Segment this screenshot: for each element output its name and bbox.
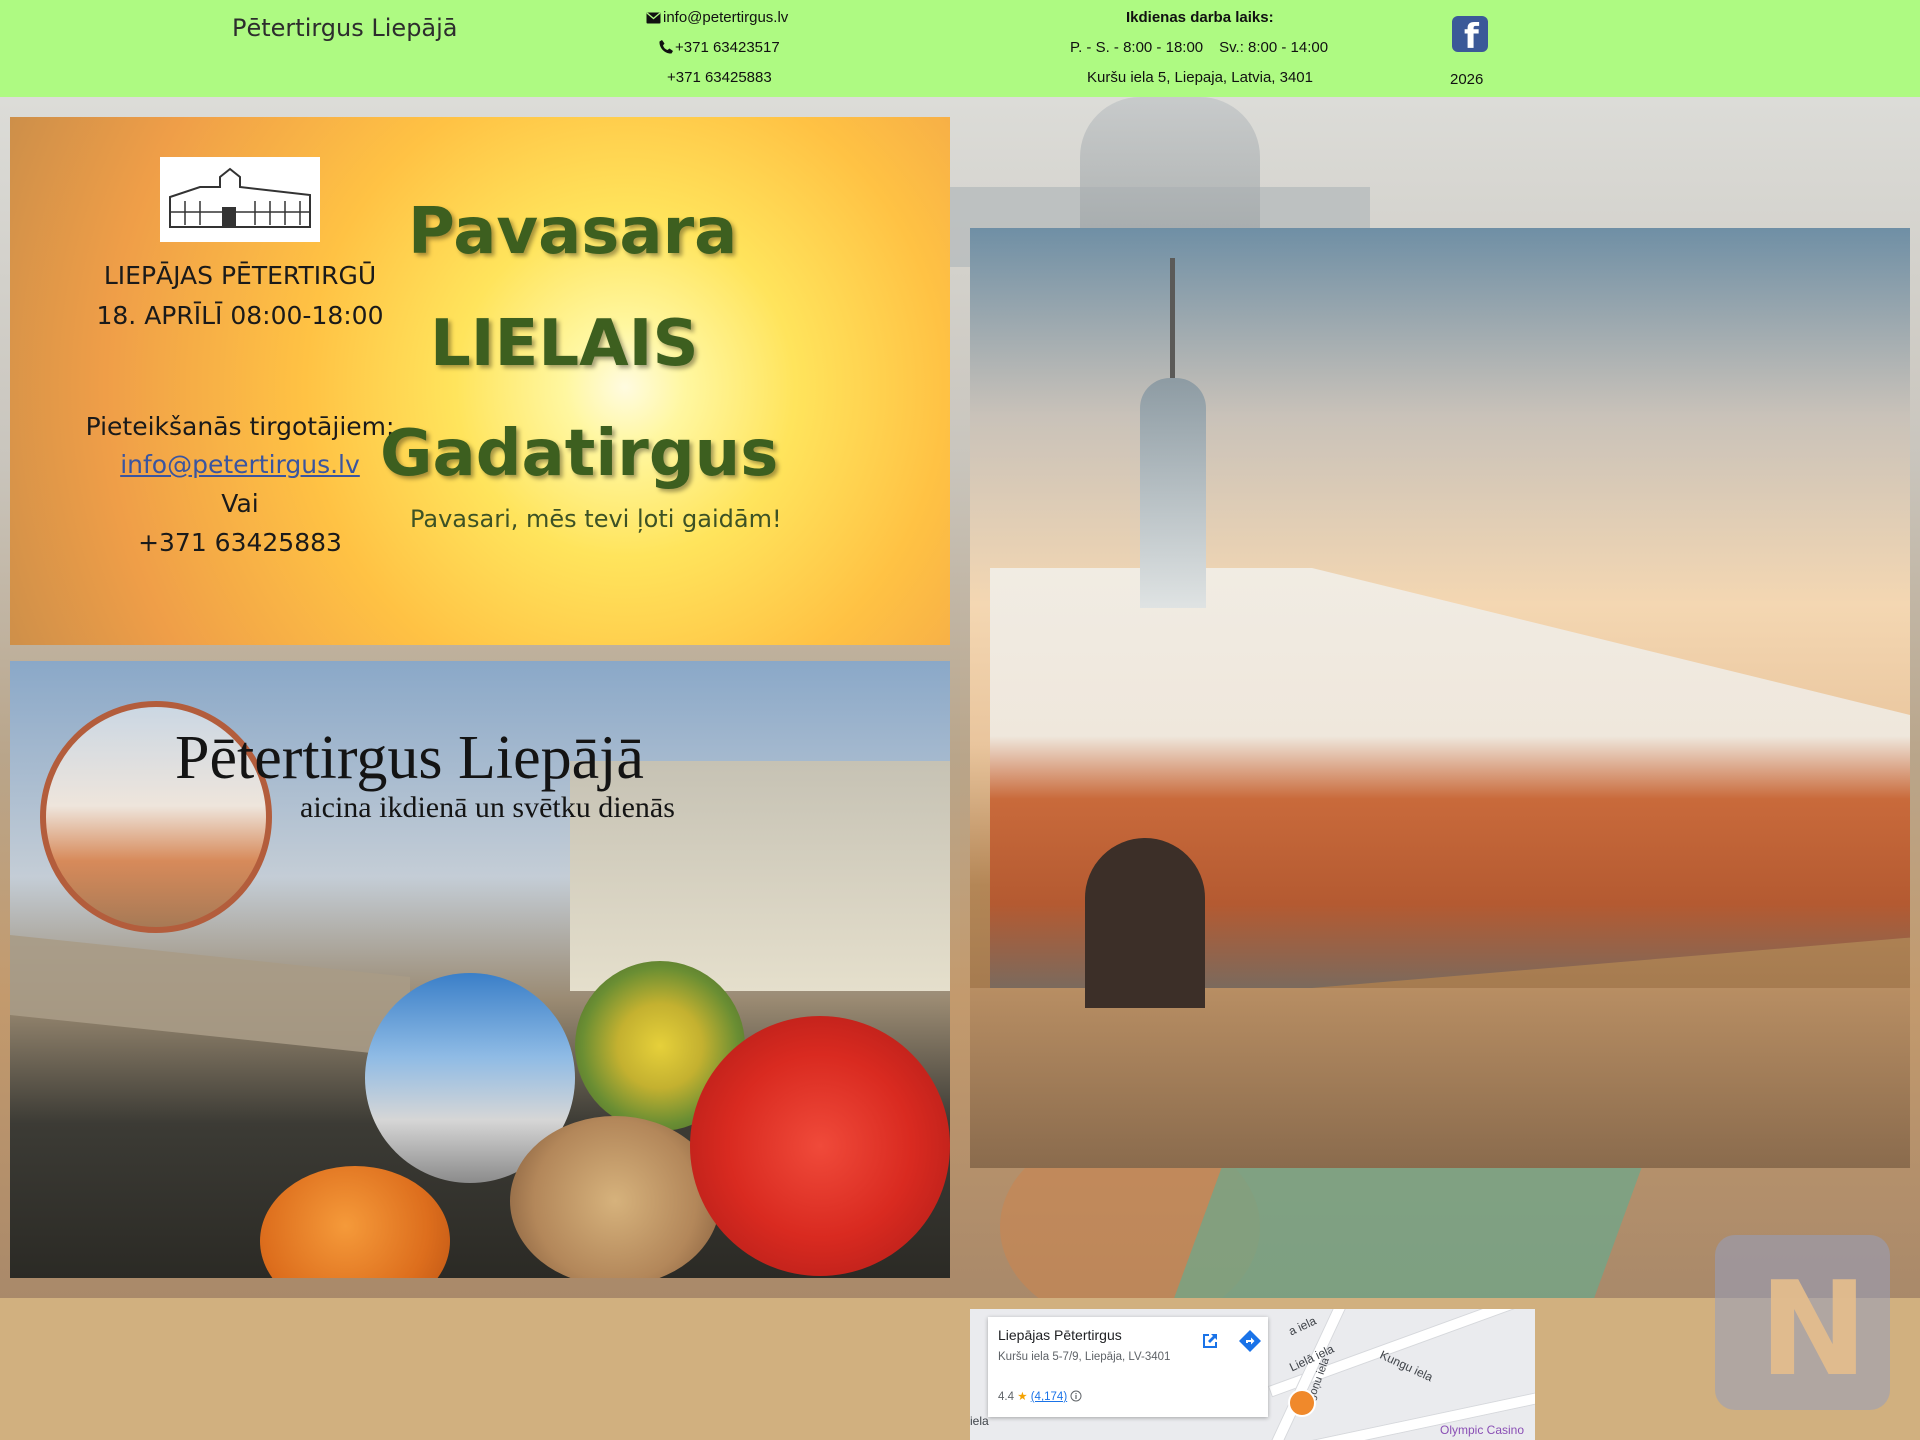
spring-fair-flyer: LIEPĀJAS PĒTERTIRGŪ 18. APRĪLĪ 08:00-18:…	[10, 117, 950, 645]
header-email-text: info@petertirgus.lv	[663, 9, 789, 26]
photo-dome	[1140, 378, 1206, 608]
banner-umbrella	[10, 934, 410, 1058]
banner-pumpkin	[260, 1166, 450, 1278]
restaurant-pin-icon[interactable]	[1288, 1389, 1316, 1417]
market-promo-banner: Pētertirgus Liepājā aicina ikdienā un sv…	[10, 661, 950, 1278]
banner-subheading: aicina ikdienā un svētku dienās	[300, 791, 675, 824]
star-icon: ★	[1017, 1391, 1028, 1403]
flyer-tagline: Pavasari, mēs tevi ļoti gaidām!	[410, 505, 782, 533]
bg-tower	[1080, 97, 1260, 237]
map-place-card: Liepājas Pētertirgus Kuršu iela 5-7/9, L…	[988, 1317, 1268, 1417]
site-title[interactable]: Pētertirgus Liepājā	[232, 14, 458, 42]
market-building-logo	[160, 157, 320, 242]
bg-umbrella	[1170, 1147, 1650, 1298]
hours-line: P. - S. - 8:00 - 18:00 Sv.: 8:00 - 14:00	[1070, 39, 1328, 56]
map-rating: 4.4 ★ (4,174)	[998, 1389, 1082, 1403]
site-header: Pētertirgus Liepājā info@petertirgus.lv …	[0, 0, 1920, 97]
hours-weekdays: P. - S. - 8:00 - 18:00	[1070, 39, 1204, 56]
flyer-or-text: Vai	[221, 489, 259, 518]
map-rating-value: 4.4	[998, 1391, 1014, 1403]
header-email[interactable]: info@petertirgus.lv	[646, 9, 788, 26]
facebook-icon[interactable]: f	[1452, 16, 1488, 57]
header-phone-1-text: +371 63423517	[675, 39, 780, 56]
map-review-count[interactable]: (4,174)	[1031, 1391, 1067, 1403]
banner-bread-photo	[510, 1116, 720, 1278]
envelope-icon	[646, 12, 661, 24]
banner-heading: Pētertirgus Liepājā	[175, 724, 644, 792]
google-map-embed[interactable]: a iela Lielā iela Kungu iela Tirgoņu iel…	[970, 1309, 1535, 1440]
directions-icon[interactable]	[1238, 1329, 1262, 1353]
header-address: Kuršu iela 5, Liepaja, Latvia, 3401	[1087, 69, 1313, 86]
map-place-name[interactable]: Liepājas Pētertirgus	[998, 1327, 1122, 1343]
header-phone-2[interactable]: +371 63425883	[667, 69, 772, 86]
map-street-label: Kungu iela	[1377, 1347, 1436, 1385]
open-in-maps-icon[interactable]	[1198, 1329, 1222, 1353]
map-poi-label[interactable]: Olympic Casino	[1440, 1423, 1524, 1437]
flyer-date: 18. APRĪLĪ 08:00-18:00	[96, 301, 384, 330]
flyer-market-name: LIEPĀJAS PĒTERTIRGŪ	[103, 261, 377, 290]
header-phone-1[interactable]: +371 63423517	[659, 39, 780, 56]
hours-title: Ikdienas darba laiks:	[1126, 9, 1274, 26]
photo-cobblestone-road	[970, 988, 1910, 1168]
flyer-title-word-3: Gadatirgus	[380, 417, 779, 491]
footer-year: 2026	[1450, 71, 1484, 88]
phone-icon	[659, 40, 673, 54]
flyer-title-word-1: Pavasara	[408, 195, 738, 269]
info-icon[interactable]	[1070, 1390, 1082, 1402]
market-building-photo	[970, 228, 1910, 1168]
banner-strawberries-photo	[690, 1016, 950, 1276]
flyer-title-word-2: LIELAIS	[430, 307, 699, 381]
site-badge-icon[interactable]: N	[1715, 1235, 1890, 1410]
map-place-address: Kuršu iela 5-7/9, Liepāja, LV-3401	[998, 1351, 1171, 1363]
map-street-label: iela	[970, 1414, 989, 1428]
hours-sunday: Sv.: 8:00 - 14:00	[1219, 39, 1329, 56]
flyer-phone: +371 63425883	[138, 528, 342, 557]
map-street-label: a iela	[1286, 1313, 1319, 1339]
photo-door	[1085, 838, 1205, 1008]
